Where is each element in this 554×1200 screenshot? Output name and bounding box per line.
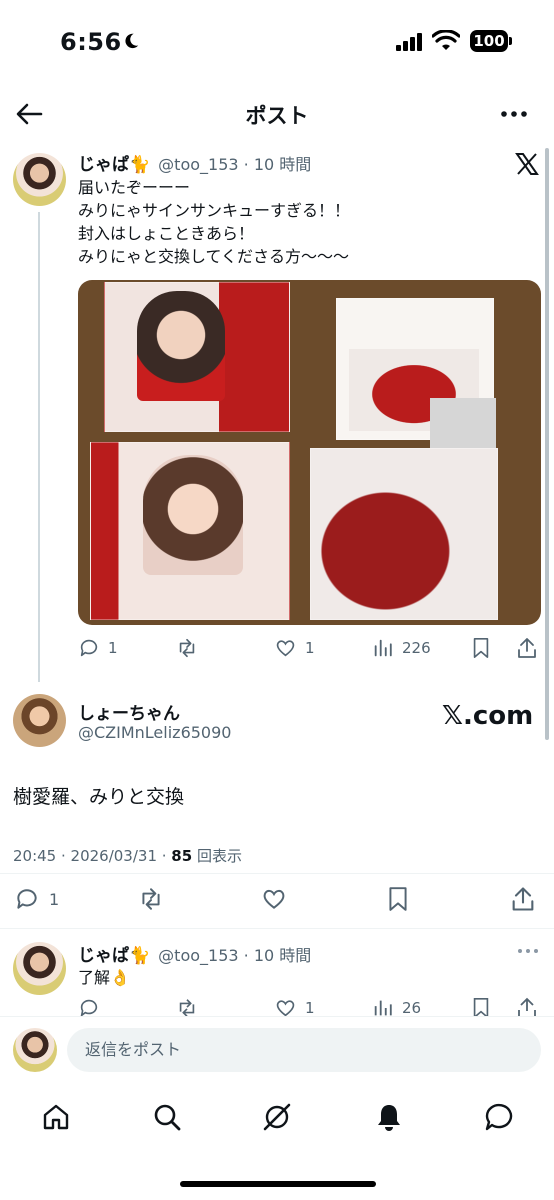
tab-bar [0,1093,554,1143]
sticker [430,398,496,450]
divider [0,1016,554,1017]
timestamp: 20:45 · 2026/03/31 · [13,847,172,865]
reply-icon [80,639,98,657]
handle[interactable]: @too_153 · 10 時間 [158,942,311,966]
signal-icon [396,33,422,51]
tweet-text: 樹愛羅、みりと交換 [13,786,185,808]
reply-button[interactable] [78,997,100,1016]
views-button[interactable]: 226 [372,637,431,659]
views-count: 26 [402,999,422,1016]
tweet-header: じゃぱ🐈 @too_153 · 10 時間 [78,941,311,966]
avatar[interactable] [13,153,66,206]
share-button[interactable] [510,885,536,913]
photo-card-4 [310,448,498,620]
share-button[interactable] [516,636,538,660]
tweet-line: みりにゃと交換してくださる方〜〜〜 [78,247,350,266]
bookmark-button[interactable] [386,886,410,912]
handle[interactable]: @CZIMnLeliz65090 [78,723,231,742]
heart-icon [276,640,295,657]
reply-icon [80,999,98,1016]
bookmark-button[interactable] [471,997,491,1016]
heart-icon [276,1000,295,1016]
reply-icon [17,889,37,909]
status-time: 6:56 [60,28,122,56]
repost-button[interactable] [136,886,166,912]
repost-icon [179,638,195,658]
tweet-line: 届いたぞーーー [78,178,191,197]
tweet-line: みりにゃサインサンキューすぎる！！ [78,201,351,220]
reply-button[interactable]: 1 [13,886,59,912]
repost-button[interactable] [175,997,199,1016]
moon-icon [125,33,139,49]
repost-icon [179,999,195,1016]
bookmark-icon [389,887,407,911]
bookmark-icon [473,638,489,658]
reply-count: 1 [108,639,118,657]
like-count: 1 [305,999,315,1016]
home-icon[interactable] [40,1101,72,1133]
like-button[interactable] [260,886,288,912]
views-count: 226 [402,639,431,657]
display-name[interactable]: じゃぱ🐈 [78,150,150,175]
wifi-icon [432,30,460,50]
tweet3-actions: 1 26 [0,994,554,1016]
share-button[interactable] [516,996,538,1016]
avatar[interactable] [13,942,66,995]
like-button[interactable]: 1 [274,997,315,1016]
share-icon [518,997,536,1016]
more-icon[interactable] [516,946,540,956]
tweet-meta: 20:45 · 2026/03/31 · 85 回表示 [13,845,242,866]
views-icon [374,639,392,657]
tweet-line: 封入はしょこときあら！ [78,224,255,243]
page-title: ポスト [245,104,309,128]
repost-icon [142,888,160,910]
battery-indicator: 100 [470,30,508,52]
view-count: 85 [171,847,193,865]
divider [0,873,554,874]
tweet-photo[interactable] [78,280,541,625]
tweet-text: 届いたぞーーー みりにゃサインサンキューすぎる！！ 封入はしょこときあら！ みり… [78,176,518,268]
repost-button[interactable] [175,637,199,659]
more-icon[interactable] [498,104,530,124]
share-icon [518,638,536,658]
heart-icon [263,889,285,909]
views-button[interactable]: 26 [372,997,421,1016]
avatar[interactable] [13,694,66,747]
like-count: 1 [305,639,315,657]
bookmark-icon [473,998,489,1016]
x-logo-icon [515,153,539,175]
messages-icon[interactable] [483,1101,515,1133]
battery-tip [509,37,512,45]
share-icon [512,887,534,911]
display-name[interactable]: じゃぱ🐈 [78,941,150,966]
tweet-header: じゃぱ🐈 @too_153 · 10 時間 [78,150,311,175]
tweet-text: 了解👌 [78,968,130,987]
handle[interactable]: @too_153 · 10 時間 [158,151,311,175]
reply-count: 1 [49,889,60,909]
photo-card-1 [104,282,290,432]
reply-input[interactable]: 返信をポスト [67,1028,541,1072]
grok-icon[interactable] [261,1101,293,1133]
views-icon [374,1000,392,1016]
bookmark-button[interactable] [471,637,491,659]
x-com-badge: 𝕏.com [442,701,534,731]
search-icon[interactable] [151,1101,183,1133]
home-indicator [180,1181,376,1187]
like-button[interactable]: 1 [274,637,315,659]
scrollbar[interactable] [545,148,549,740]
divider [0,928,554,929]
avatar [13,1028,57,1072]
thread-line [38,212,40,682]
view-label: 回表示 [192,847,242,865]
photo-card-3 [90,442,290,620]
display-name[interactable]: しょーちゃん [78,699,180,724]
reply-button[interactable]: 1 [78,637,118,659]
notifications-icon[interactable] [373,1101,405,1133]
